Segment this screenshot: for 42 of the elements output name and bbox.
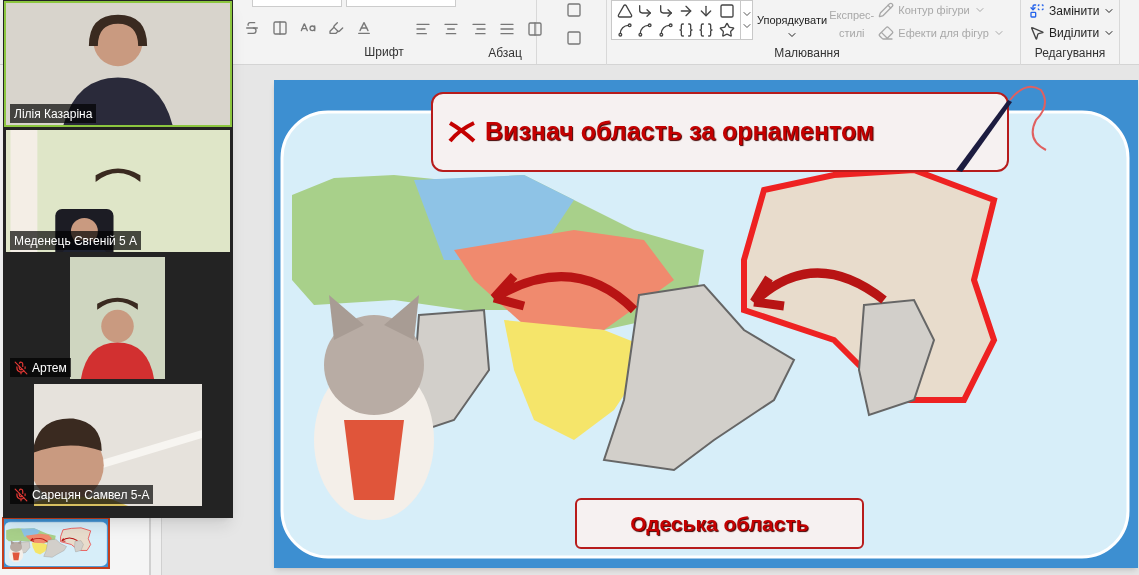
replace-icon (1029, 3, 1045, 19)
highlighter-icon[interactable] (328, 20, 344, 37)
pencil-icon (878, 2, 895, 19)
brace-icon[interactable] (698, 21, 715, 38)
arrange-button[interactable]: Упорядкувати (757, 0, 828, 44)
align-left-icon[interactable] (415, 21, 431, 37)
group-label: Малювання (774, 45, 840, 62)
group-label: Шрифт (364, 44, 404, 61)
align-center-icon[interactable] (443, 21, 459, 37)
eraser-icon (878, 24, 895, 41)
pointer-icon (1029, 25, 1045, 41)
replace-button[interactable]: Замінити (1029, 2, 1119, 20)
triangle-icon[interactable] (617, 2, 634, 19)
video-tile[interactable]: Лілія Казаріна (4, 1, 232, 127)
group-label: Абзац (488, 45, 522, 62)
shapes-gallery[interactable] (611, 0, 741, 40)
star-icon[interactable] (718, 21, 735, 38)
font-color-icon[interactable] (356, 20, 372, 37)
video-tile[interactable]: Меденець Євгеній 5 А (4, 128, 232, 254)
freeform-icon[interactable] (617, 21, 634, 38)
align-right-icon[interactable] (471, 21, 487, 37)
brace-icon[interactable] (678, 21, 695, 38)
columns-icon[interactable] (527, 21, 543, 37)
participant-name: Артем (32, 359, 67, 377)
size-field[interactable] (346, 0, 456, 7)
curve-icon[interactable] (657, 21, 674, 38)
slide-title: Визнач область за орнаментом (485, 116, 875, 148)
justify-icon[interactable] (499, 21, 515, 37)
participant-name: Сарецян Самвел 5-А (32, 486, 150, 504)
elbow-arrow-icon[interactable] (657, 2, 674, 19)
arc-icon[interactable] (637, 21, 654, 38)
connector-icon[interactable] (637, 2, 654, 19)
participant-name: Меденець Євгеній 5 А (14, 232, 138, 250)
gallery-scroll[interactable] (741, 0, 753, 40)
select-button[interactable]: Виділити (1029, 24, 1119, 42)
font-field[interactable] (252, 0, 342, 7)
group-label: Редагування (1034, 45, 1106, 62)
shape-icon[interactable] (718, 2, 735, 19)
strikethrough-icon[interactable] (244, 20, 260, 37)
participant-name: Лілія Казаріна (14, 105, 93, 123)
answer-text: Одеська область (630, 510, 809, 537)
scrollbar[interactable] (150, 518, 162, 575)
